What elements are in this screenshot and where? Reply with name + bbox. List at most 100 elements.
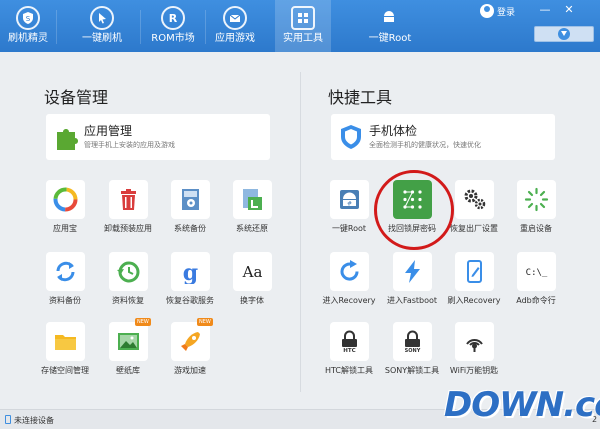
svg-text:g: g (183, 260, 198, 284)
cursor-icon (90, 6, 114, 30)
tool-label: 换字体 (240, 296, 264, 305)
svg-text:S: S (26, 15, 31, 23)
tool-uninstall-preinstalled[interactable]: 卸载预装应用 (95, 180, 161, 244)
watermark-text: DOWN.cc (444, 385, 600, 425)
nav-tab-apps-games[interactable]: 应用游戏 (207, 0, 263, 52)
wifi-key-icon (466, 338, 483, 352)
download-button[interactable] (534, 26, 594, 42)
svg-text:Aa: Aa (242, 263, 263, 281)
tool-system-restore[interactable]: 系统还原 (219, 180, 285, 244)
download-arrow-icon (558, 28, 570, 40)
gears-icon (464, 189, 486, 210)
tool-change-font[interactable]: Aa 换字体 (219, 252, 285, 316)
nav-separator (56, 10, 57, 44)
nav-tab-one-click-flash[interactable]: 一键刷机 (72, 0, 132, 52)
trash-icon (121, 189, 136, 210)
svg-text:SONY: SONY (405, 348, 421, 354)
nav-tab-label: 应用游戏 (215, 33, 255, 44)
tool-label: 游戏加速 (174, 366, 206, 375)
sync-icon (56, 261, 75, 282)
rom-r-icon: R (161, 6, 185, 30)
tool-storage-management[interactable]: 存储空间管理 (32, 322, 98, 386)
app-store-icon (53, 187, 78, 212)
nav-tab-label: ROM市场 (151, 33, 195, 44)
column-divider (300, 72, 301, 392)
htc-lock-icon: HTC (342, 330, 357, 354)
nav-tab-label: 一键Root (368, 33, 412, 44)
puzzle-icon (51, 122, 81, 152)
shield-check-icon (336, 122, 366, 152)
nav-tab-flash-wizard[interactable]: S 刷机精灵 (0, 0, 56, 52)
android-icon (378, 6, 402, 30)
mail-bag-icon (223, 6, 247, 30)
nav-tab-label: 刷机精灵 (8, 33, 48, 44)
font-icon: Aa (242, 263, 263, 281)
svg-text:#: # (347, 201, 352, 208)
phone-checkup-card[interactable]: 手机体检 全面检测手机的健康状况，快速优化 (331, 114, 555, 160)
nav-tab-one-click-root[interactable]: 一键Root (360, 0, 420, 52)
login-link[interactable]: 登录 (497, 5, 515, 18)
nav-tab-rom-market[interactable]: R ROM市场 (143, 0, 203, 52)
top-navigation-bar: S 刷机精灵 一键刷机 R ROM市场 应用游戏 实用工具 一键Root 登录 (0, 0, 600, 52)
clock-restore-icon (117, 261, 140, 283)
tool-flash-recovery[interactable]: 刷入Recovery (441, 252, 507, 316)
shield-s-icon: S (16, 6, 40, 30)
wallpaper-icon (118, 333, 139, 350)
tool-data-restore[interactable]: 资料恢复 (95, 252, 161, 316)
quick-tools-title: 快捷工具 (328, 88, 393, 107)
svg-text:C:\_: C:\_ (526, 268, 548, 278)
tool-app-store[interactable]: 应用宝 (32, 180, 98, 244)
phone-edit-icon (467, 260, 482, 283)
nav-tab-label: 一键刷机 (82, 33, 122, 44)
tool-reboot-device[interactable]: 重启设备 (503, 180, 569, 244)
user-avatar-icon[interactable] (480, 4, 494, 18)
system-backup-icon (182, 189, 199, 210)
grid-icon (291, 6, 315, 30)
tool-wallpaper-library[interactable]: NEW 壁纸库 (95, 318, 161, 386)
terminal-icon: C:\_ (526, 268, 548, 278)
rocket-icon (181, 332, 200, 351)
tool-label: Adb命令行 (516, 296, 556, 305)
tool-game-acceleration[interactable]: NEW 游戏加速 (157, 318, 223, 386)
app-management-card[interactable]: 应用管理 管理手机上安装的应用及游戏 (46, 114, 270, 160)
connection-status: 未连接设备 (14, 416, 54, 425)
main-content: 设备管理 应用管理 管理手机上安装的应用及游戏 应用宝 卸载预装应用 系统备份 … (0, 52, 600, 409)
svg-text:HTC: HTC (343, 348, 355, 354)
close-button[interactable]: ✕ (560, 2, 578, 18)
card-title: 手机体检 (369, 124, 418, 138)
google-icon: g (183, 260, 198, 284)
tool-system-backup[interactable]: 系统备份 (157, 180, 223, 244)
card-description: 全面检测手机的健康状况，快速优化 (369, 141, 481, 149)
tool-wifi-master-key[interactable]: WiFi万能钥匙 (441, 322, 507, 386)
tool-label: WiFi万能钥匙 (449, 366, 499, 375)
minimize-button[interactable]: — (536, 2, 554, 18)
folder-icon (55, 335, 76, 350)
loading-icon (524, 187, 549, 212)
tool-enter-recovery[interactable]: 进入Recovery (316, 252, 382, 316)
device-management-title: 设备管理 (44, 88, 109, 107)
phone-icon (5, 415, 11, 424)
nav-tab-utilities[interactable]: 实用工具 (275, 0, 331, 52)
card-description: 管理手机上安装的应用及游戏 (84, 141, 175, 149)
tool-enter-fastboot[interactable]: 进入Fastboot (379, 252, 445, 316)
watermark-logo: DOWN.cc (444, 386, 600, 426)
svg-text:R: R (169, 12, 178, 25)
annotation-circle (374, 170, 454, 250)
lightning-icon (405, 260, 420, 283)
card-title: 应用管理 (84, 124, 133, 138)
tool-one-click-root[interactable]: # 一键Root (316, 180, 382, 244)
system-restore-icon (243, 189, 262, 210)
tool-sony-unlock[interactable]: SONY SONY解锁工具 (379, 322, 445, 386)
nav-separator (205, 10, 206, 44)
nav-separator (140, 10, 141, 44)
tool-label: 系统还原 (236, 224, 268, 233)
sony-lock-icon: SONY (405, 330, 421, 354)
tool-label: 重启设备 (520, 224, 552, 233)
tool-restore-google-services[interactable]: g 恢复谷歌服务 (157, 252, 223, 316)
tool-htc-unlock[interactable]: HTC HTC解锁工具 (316, 322, 382, 386)
android-root-icon: # (340, 190, 359, 209)
tool-data-backup[interactable]: 资料备份 (32, 252, 98, 316)
refresh-icon (340, 260, 359, 281)
new-badge: NEW (135, 318, 151, 326)
tool-adb-command-line[interactable]: C:\_ Adb命令行 (503, 252, 569, 316)
